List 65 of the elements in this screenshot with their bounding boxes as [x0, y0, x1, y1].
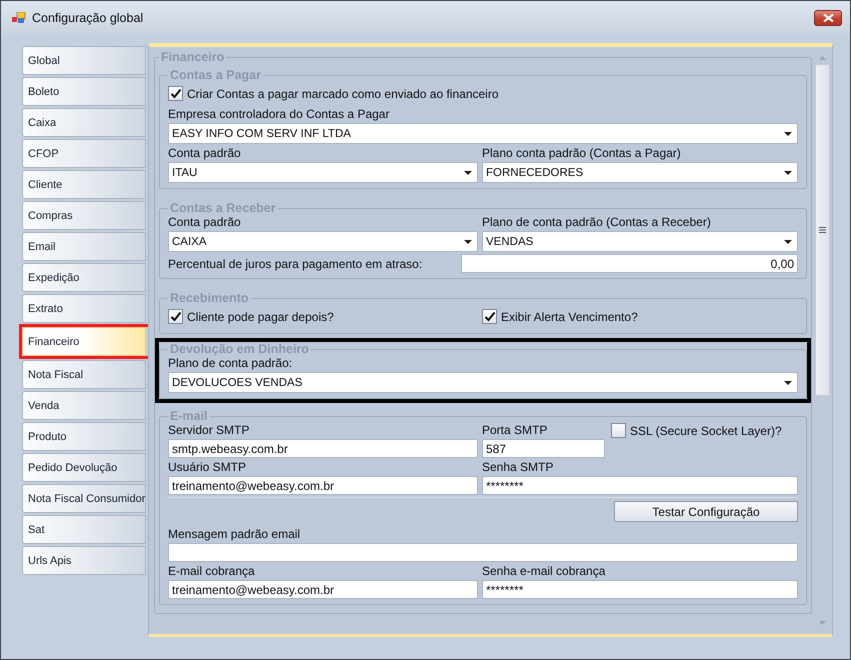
dropdown[interactable]: VENDAS [482, 231, 798, 252]
window-title: Configuração global [32, 11, 144, 25]
input-field[interactable]: ******** [482, 580, 798, 599]
sidebar-tab[interactable]: Caixa [22, 108, 146, 137]
field-label: Empresa controladora do Contas a Pagar [168, 107, 390, 121]
sidebar-tab[interactable]: Boleto [22, 77, 146, 106]
input-field[interactable]: treinamento@webeasy.com.br [168, 580, 478, 599]
sidebar-tab[interactable]: CFOP [22, 139, 146, 168]
field-label: Usuário SMTP [168, 460, 248, 474]
dropdown[interactable]: DEVOLUCOES VENDAS [168, 372, 798, 393]
dropdown[interactable]: FORNECEDORES [482, 162, 798, 183]
input-field[interactable]: treinamento@webeasy.com.br [168, 476, 478, 495]
checkbox[interactable] [168, 309, 183, 324]
dropdown[interactable]: EASY INFO COM SERV INF LTDA [168, 123, 798, 144]
grip-icon [819, 227, 826, 233]
sidebar-tab[interactable]: Produto [22, 422, 146, 451]
close-icon [822, 14, 834, 22]
caret-icon [784, 170, 792, 174]
sidebar-tab[interactable]: Cliente [22, 170, 146, 199]
sidebar-tab[interactable]: Financeiro [22, 327, 146, 356]
dropdown[interactable]: ITAU [168, 162, 478, 183]
field-label: Servidor SMTP [168, 423, 250, 437]
field-label: Senha e-mail cobrança [482, 564, 606, 578]
input-field[interactable]: smtp.webeasy.com.br [168, 439, 478, 458]
test-button[interactable]: Testar Configuração [614, 501, 798, 522]
sidebar-tab[interactable]: Urls Apis [22, 546, 146, 575]
input-field[interactable]: ******** [482, 476, 798, 495]
sidebar-tab[interactable]: Email [22, 232, 146, 261]
input-field[interactable] [168, 543, 798, 562]
field-label: Conta padrão [168, 146, 242, 160]
sidebar-tab[interactable]: Compras [22, 201, 146, 230]
sidebar-tab[interactable]: Pedido Devolução [22, 453, 146, 482]
sidebar-tab[interactable]: Sat [22, 515, 146, 544]
caret-icon [784, 240, 792, 244]
sidebar-tab[interactable]: Expedição [22, 263, 146, 292]
input-field[interactable]: 0,00 [461, 254, 798, 273]
sidebar-tab[interactable]: Nota Fiscal [22, 360, 146, 389]
checkbox-label: Exibir Alerta Vencimento? [501, 310, 638, 324]
field-label: Plano de conta padrão (Contas a Receber) [482, 215, 712, 229]
checkbox-label: Cliente pode pagar depois? [187, 310, 334, 324]
checkbox[interactable] [611, 423, 626, 438]
sidebar-tab[interactable]: Venda [22, 391, 146, 420]
close-button[interactable] [814, 10, 842, 26]
checkbox-label: SSL (Secure Socket Layer)? [630, 424, 782, 438]
caret-icon [464, 170, 472, 174]
dropdown[interactable]: CAIXA [168, 231, 478, 252]
field-label: E-mail cobrança [168, 564, 256, 578]
sidebar-tab[interactable]: Nota Fiscal Consumidor [22, 484, 146, 513]
field-label: Plano de conta padrão: [168, 356, 294, 370]
caret-icon [784, 380, 792, 384]
app-icon [12, 12, 26, 24]
caret-icon [464, 240, 472, 244]
field-label: Porta SMTP [482, 423, 548, 437]
input-field[interactable]: 587 [482, 439, 605, 458]
checkbox[interactable] [168, 86, 183, 101]
field-label: Plano conta padrão (Contas a Pagar) [482, 146, 682, 160]
field-label: Mensagem padrão email [168, 527, 302, 541]
checkbox-label: Criar Contas a pagar marcado como enviado ao financeiro [187, 86, 499, 100]
sidebar-tab[interactable]: Extrato [22, 294, 146, 323]
checkbox[interactable] [482, 309, 497, 324]
field-label: Percentual de juros para pagamento em atraso: [168, 256, 422, 270]
caret-icon [784, 132, 792, 136]
field-label: Senha SMTP [482, 460, 554, 474]
field-label: Conta padrão [168, 215, 242, 229]
sidebar-tab[interactable]: Global [22, 46, 146, 75]
